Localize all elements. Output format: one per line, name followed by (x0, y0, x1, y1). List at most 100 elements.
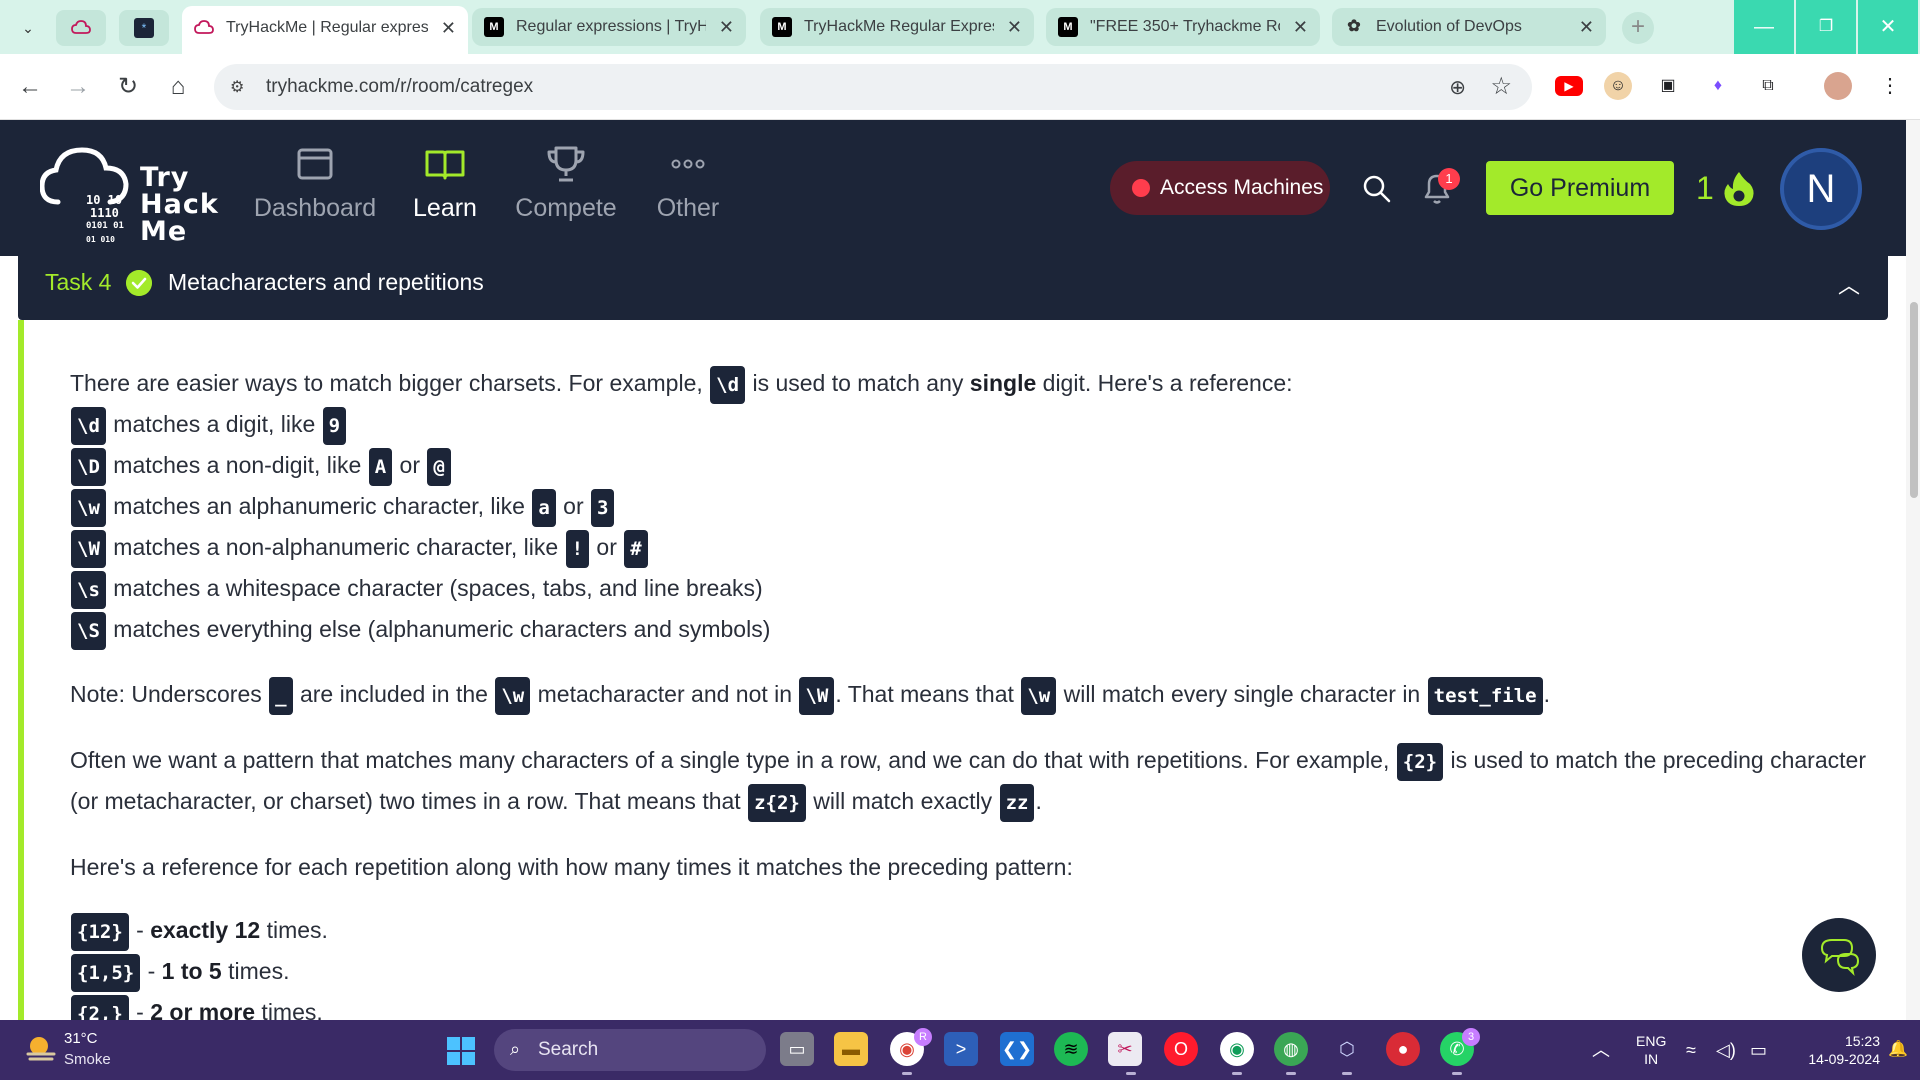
note-paragraph: Note: Underscores _ are included in the … (70, 674, 1550, 715)
weather-smoke-icon[interactable] (24, 1032, 58, 1066)
restore-button[interactable]: ❐ (1796, 0, 1856, 54)
notification-center-icon[interactable]: 🔔 (1888, 1020, 1908, 1080)
tryhackme-logo[interactable]: 10 10 1110 0101 01 01 010 Try Hack Me (40, 138, 220, 245)
close-tab-icon[interactable]: ✕ (1007, 8, 1022, 46)
home-icon[interactable]: ⌂ (162, 71, 194, 103)
input-language[interactable]: ENG IN (1636, 1032, 1666, 1068)
nav-label: Dashboard (253, 194, 377, 222)
scrollbar-thumb[interactable] (1910, 302, 1918, 498)
code-snippet: test_file (1427, 676, 1543, 715)
trophy-icon (547, 146, 585, 182)
tab-title: TryHackMe | Regular expressions (226, 19, 428, 36)
access-machines-button[interactable]: Access Machines (1110, 161, 1330, 215)
code-snippet: 3 (591, 488, 615, 527)
new-tab-button[interactable]: + (1622, 12, 1654, 44)
repetition-reference-intro: Here's a reference for each repetition a… (70, 854, 1073, 880)
code-snippet: {2} (1396, 742, 1444, 781)
file-explorer-icon[interactable]: ▬ (834, 1032, 868, 1066)
collapse-chevron-icon[interactable]: ︿ (1838, 268, 1860, 300)
code-snippet: {1,5} (71, 953, 141, 992)
weather-temperature: 31°C (64, 1030, 98, 1047)
code-snippet: \s (71, 570, 106, 609)
tab-evolution-devops[interactable]: ✿ Evolution of DevOps ✕ (1332, 8, 1606, 46)
tab-search-chevron-icon[interactable]: ⌄ (14, 14, 42, 42)
ref-line-whitespace: \s matches a whitespace character (space… (70, 568, 763, 609)
streak-count: 1 (1696, 170, 1714, 206)
code-snippet: _ (269, 676, 293, 715)
tab-medium-regex-1[interactable]: M Regular expressions | TryHackMe ✕ (472, 8, 746, 46)
logo-wordmark: Try Hack Me (140, 162, 219, 247)
tab-medium-free-rooms[interactable]: M "FREE 350+ Tryhackme Rooms ✕ (1046, 8, 1320, 46)
nav-dashboard[interactable]: Dashboard (250, 142, 380, 223)
globe-app-icon[interactable]: ◍ (1274, 1032, 1308, 1066)
url-text[interactable]: tryhackme.com/r/room/catregex (266, 64, 533, 110)
code-snippet: @ (427, 447, 451, 486)
medium-icon: M (484, 17, 504, 37)
zoom-icon[interactable]: ⊕ (1449, 75, 1466, 100)
clock-date: 14-09-2024 (1808, 1051, 1880, 1067)
page-scrollbar[interactable] (1906, 120, 1920, 1020)
streak-flame-icon (1724, 172, 1754, 206)
browser-tab-strip: ⌄ * TryHackMe | Regular expressions ✕ M … (0, 0, 1920, 54)
volume-icon[interactable]: ◁) (1716, 1020, 1736, 1080)
pinned-tab-1[interactable] (56, 10, 106, 46)
ref-line-non-alphanumeric: \W matches a non-alphanumeric character,… (70, 527, 649, 568)
close-tab-icon[interactable]: ✕ (441, 6, 456, 50)
notification-count-badge: 1 (1438, 168, 1460, 190)
recorder-app-icon[interactable]: ● (1386, 1032, 1420, 1066)
profile-avatar-icon[interactable] (1824, 72, 1852, 100)
tray-overflow-chevron-icon[interactable]: ︿ (1592, 1020, 1610, 1080)
tab-medium-regex-2[interactable]: M TryHackMe Regular Expressions ✕ (760, 8, 1034, 46)
address-bar[interactable]: ⚙ tryhackme.com/r/room/catregex ⊕ ☆ (214, 64, 1532, 110)
nav-compete[interactable]: Compete (501, 142, 631, 223)
pinned-tab-2[interactable]: * (119, 10, 169, 46)
tab-title: TryHackMe Regular Expressions (804, 18, 994, 35)
battery-icon[interactable]: ▭ (1750, 1020, 1767, 1080)
wifi-icon[interactable]: ≈ (1686, 1020, 1696, 1080)
close-window-button[interactable]: ✕ (1858, 0, 1918, 54)
close-tab-icon[interactable]: ✕ (1293, 8, 1308, 46)
chrome-menu-icon[interactable]: ⋮ (1876, 72, 1904, 100)
go-premium-button[interactable]: Go Premium (1486, 161, 1674, 215)
opera-icon[interactable]: O (1164, 1032, 1198, 1066)
minimize-button[interactable]: — (1734, 0, 1794, 54)
running-indicator (1232, 1072, 1242, 1075)
close-tab-icon[interactable]: ✕ (1579, 8, 1594, 46)
tab-tryhackme-regex[interactable]: TryHackMe | Regular expressions ✕ (182, 6, 468, 54)
forward-arrow-icon[interactable]: → (62, 71, 94, 103)
picture-in-picture-icon[interactable]: ▣ (1654, 72, 1682, 100)
task-header[interactable]: Task 4 Metacharacters and repetitions ︿ (18, 256, 1888, 320)
extension-face-icon[interactable]: ☺ (1604, 72, 1632, 100)
windows-start-icon[interactable] (446, 1036, 476, 1066)
youtube-extension-icon[interactable]: ▶ (1555, 76, 1583, 96)
system-clock[interactable]: 15:23 14-09-2024 (1786, 1032, 1880, 1068)
repetition-item: {12} - exactly 12 times. (70, 910, 328, 951)
flame-extension-icon[interactable]: ♦ (1704, 72, 1732, 100)
code-snippet: A (368, 447, 393, 486)
snipping-tool-icon[interactable]: ✂ (1108, 1032, 1142, 1066)
code-snippet: \W (71, 529, 106, 568)
bookmark-star-icon[interactable]: ☆ (1490, 72, 1512, 101)
task-view-icon[interactable]: ▭ (780, 1032, 814, 1066)
spotify-icon[interactable]: ≋ (1054, 1032, 1088, 1066)
chat-assistant-button[interactable] (1802, 918, 1876, 992)
back-arrow-icon[interactable]: ← (14, 71, 46, 103)
reload-icon[interactable]: ↻ (112, 71, 144, 103)
vscode-icon[interactable]: ❮❯ (1000, 1032, 1034, 1066)
search-icon[interactable] (1362, 174, 1392, 204)
code-snippet: \d (71, 406, 106, 445)
task-content: There are easier ways to match bigger ch… (18, 320, 1888, 1020)
close-tab-icon[interactable]: ✕ (719, 8, 734, 46)
extensions-puzzle-icon[interactable]: ⧉ (1754, 72, 1782, 100)
site-settings-icon[interactable]: ⚙ (230, 77, 244, 97)
terminal-icon[interactable]: > (944, 1032, 978, 1066)
tab-title: Evolution of DevOps (1376, 18, 1522, 35)
task-number: Task 4 (45, 269, 112, 295)
virtualbox-icon[interactable]: ⬡ (1330, 1032, 1364, 1066)
chrome-profile-icon[interactable]: ◉ (1220, 1032, 1254, 1066)
nav-other[interactable]: Other (623, 142, 753, 223)
nav-learn[interactable]: Learn (380, 142, 510, 223)
code-snippet: \w (71, 488, 106, 527)
taskbar-search-box[interactable]: ⌕ Search (494, 1029, 766, 1071)
user-avatar[interactable]: N (1780, 148, 1862, 230)
